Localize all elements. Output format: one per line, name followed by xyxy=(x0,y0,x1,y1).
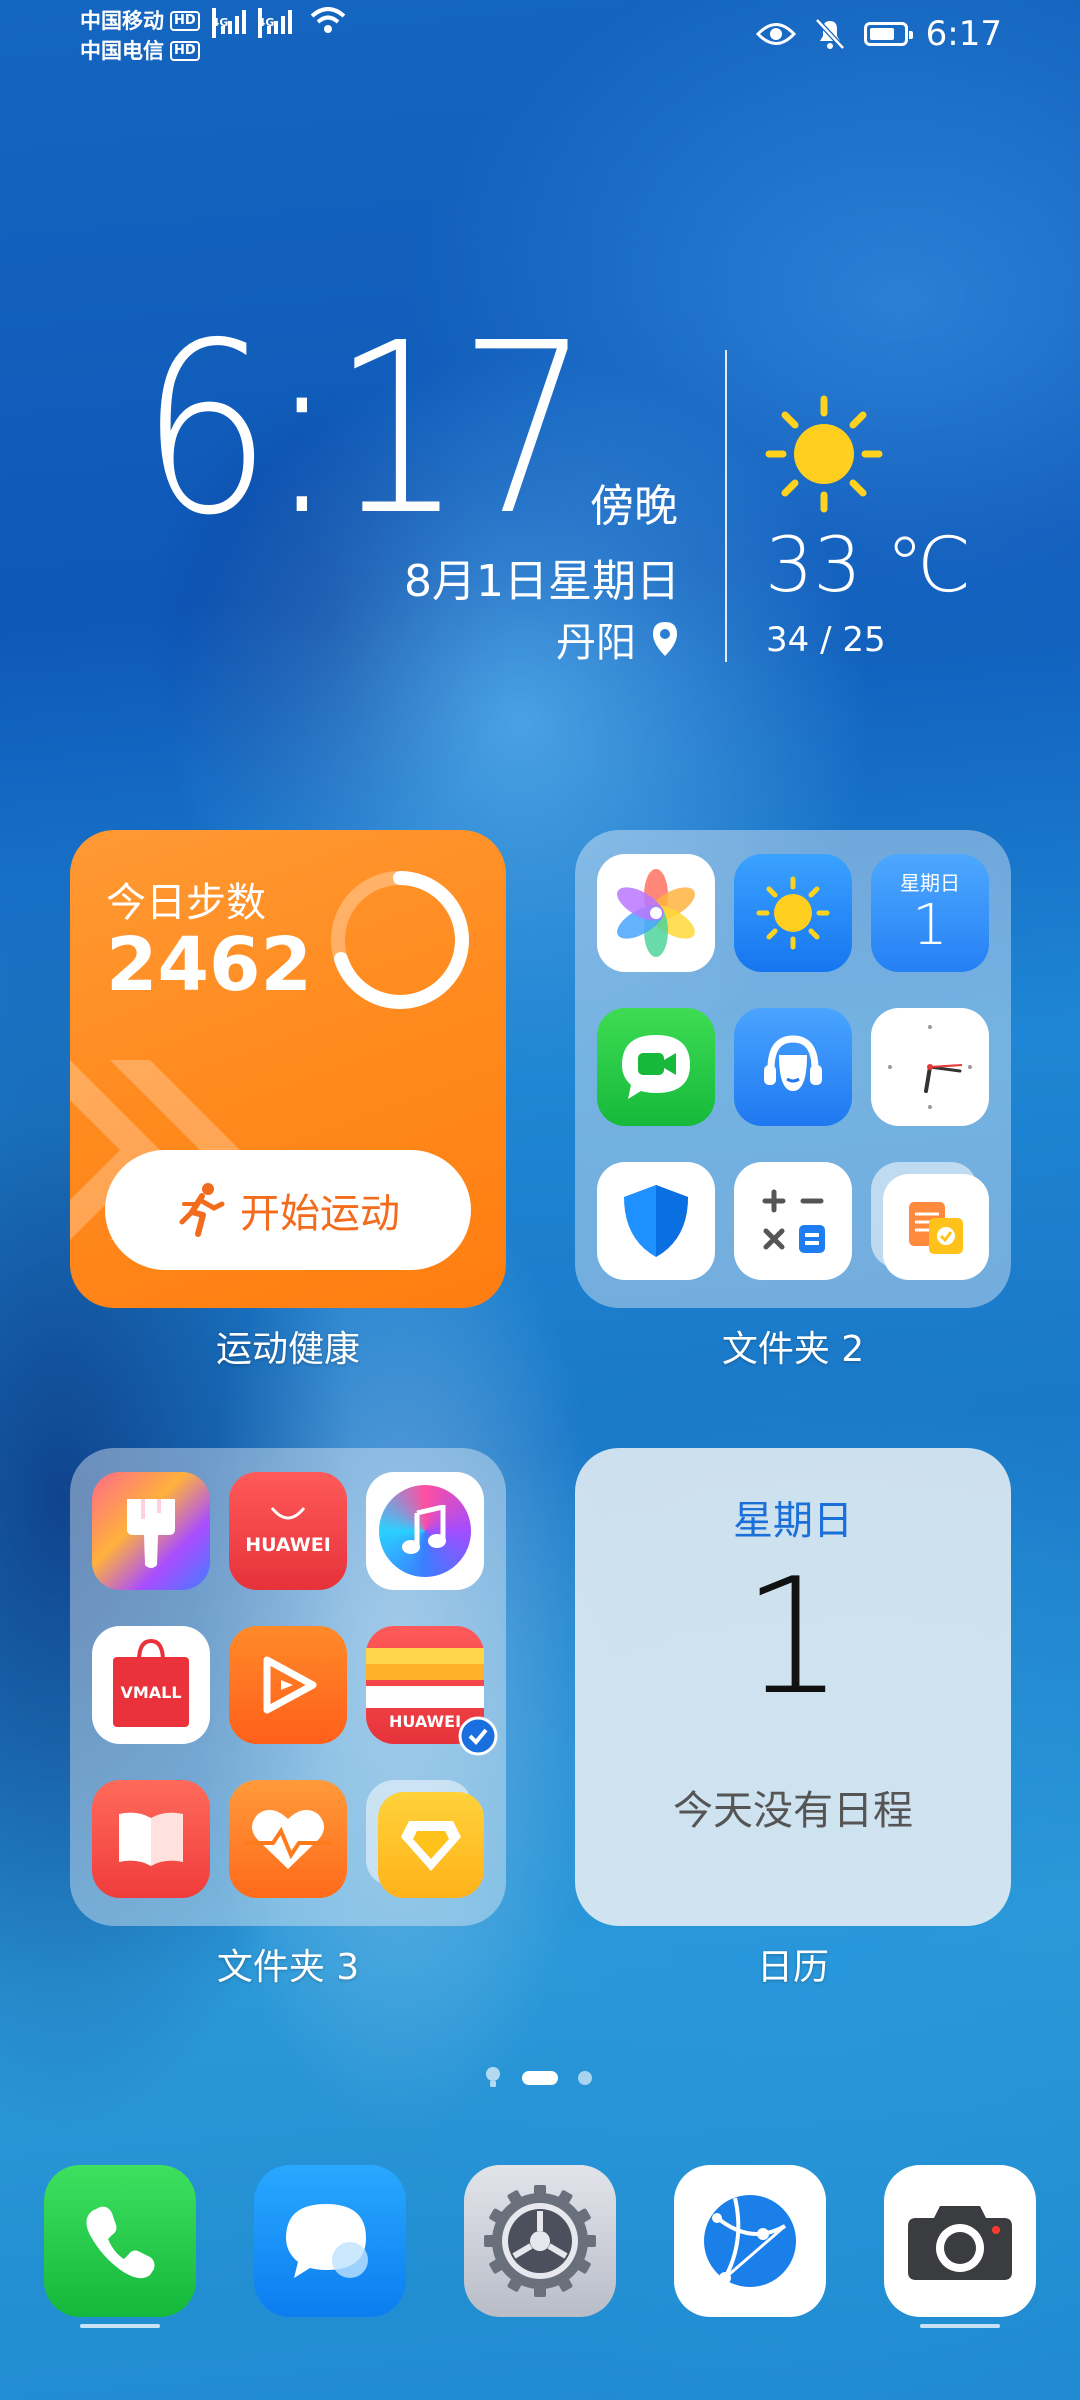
signal-icon: 4G xyxy=(211,8,246,38)
dock-indicator xyxy=(80,2324,160,2328)
music-icon[interactable] xyxy=(366,1472,484,1590)
temperature: 33 ℃ xyxy=(765,520,972,609)
wifi-icon xyxy=(310,7,345,33)
clock-date: 8月1日星期日 xyxy=(404,556,680,607)
calendar-day-number: 1 xyxy=(742,1543,844,1730)
sunny-weather-icon[interactable] xyxy=(765,395,883,513)
verified-badge-icon xyxy=(458,1716,498,1756)
health-widget-label: 运动健康 xyxy=(215,1329,360,1370)
page-dot[interactable] xyxy=(578,2071,592,2085)
page-dot-active[interactable] xyxy=(522,2071,558,2085)
clock-period: 傍晚 xyxy=(590,481,678,532)
clock-time[interactable]: 6:17 xyxy=(140,300,591,560)
location-pin-icon xyxy=(653,622,677,656)
settings-icon[interactable] xyxy=(464,2165,616,2317)
steps-count: 2462 xyxy=(106,922,312,1008)
appgallery-icon[interactable]: HUAWEI xyxy=(229,1472,347,1590)
weather-icon[interactable] xyxy=(734,854,852,972)
messages-icon[interactable] xyxy=(254,2165,406,2317)
vmall-icon[interactable]: VMALL xyxy=(92,1626,210,1744)
signal-icon-2: 4G xyxy=(257,8,292,38)
calendar-widget-label: 日历 xyxy=(756,1947,829,1988)
security-icon[interactable] xyxy=(597,1162,715,1280)
meetime-icon[interactable] xyxy=(597,1008,715,1126)
camera-icon[interactable] xyxy=(884,2165,1036,2317)
wallet-icon[interactable]: HUAWEI xyxy=(366,1626,498,1756)
tips-page-icon[interactable] xyxy=(484,2066,502,2090)
steps-progress-ring xyxy=(331,871,469,1009)
video-icon[interactable] xyxy=(229,1626,347,1744)
carrier-1: 中国移动 xyxy=(80,9,164,33)
phone-icon[interactable] xyxy=(44,2165,196,2317)
steps-title: 今日步数 xyxy=(106,880,266,926)
temperature-range: 34 / 25 xyxy=(766,620,886,660)
status-time: 6:17 xyxy=(925,14,1002,54)
dock-indicator-2 xyxy=(920,2324,1000,2328)
health-widget[interactable]: 今日步数 2462 开始运动 xyxy=(70,830,506,1308)
calendar-icon[interactable]: 星期日 1 xyxy=(871,854,989,972)
hd-badge: HD xyxy=(170,11,200,31)
calendar-weekday: 星期日 xyxy=(733,1498,853,1544)
tips-icon[interactable] xyxy=(366,1780,484,1898)
start-exercise-label: 开始运动 xyxy=(240,1191,400,1237)
city-name: 丹阳 xyxy=(556,620,636,666)
status-bar-left: 中国移动 HD 4G 4G 中国电信 HD xyxy=(80,6,348,66)
status-bar-right: 6:17 xyxy=(755,14,1002,54)
battery-icon xyxy=(863,22,913,46)
folder-3[interactable]: HUAWEI VMALL HUAWEI xyxy=(70,1448,506,1926)
browser-icon[interactable] xyxy=(674,2165,826,2317)
widget-divider xyxy=(725,350,727,662)
carrier-2: 中国电信 xyxy=(80,39,164,63)
gallery-icon[interactable] xyxy=(597,854,715,972)
clock-city[interactable]: 丹阳 xyxy=(556,610,680,668)
support-icon[interactable] xyxy=(734,1008,852,1126)
hd-badge-2: HD xyxy=(170,41,200,61)
themes-icon[interactable] xyxy=(92,1472,210,1590)
folder-3-label: 文件夹 3 xyxy=(216,1947,360,1988)
page-indicator[interactable] xyxy=(484,2066,592,2090)
calculator-icon[interactable] xyxy=(734,1162,852,1280)
running-icon xyxy=(179,1183,225,1237)
eye-icon xyxy=(755,23,796,45)
calendar-widget[interactable]: 星期日 1 今天没有日程 xyxy=(575,1448,1011,1926)
clock-icon[interactable] xyxy=(871,1008,989,1126)
bell-off-icon xyxy=(814,18,845,50)
folder-2-label: 文件夹 2 xyxy=(721,1329,865,1370)
health-icon[interactable] xyxy=(229,1780,347,1898)
folder-2[interactable]: 星期日 1 xyxy=(575,830,1011,1308)
files-icon[interactable] xyxy=(871,1162,989,1280)
calendar-empty-text: 今天没有日程 xyxy=(673,1788,913,1834)
start-exercise-button[interactable]: 开始运动 xyxy=(105,1150,471,1270)
books-icon[interactable] xyxy=(92,1780,210,1898)
